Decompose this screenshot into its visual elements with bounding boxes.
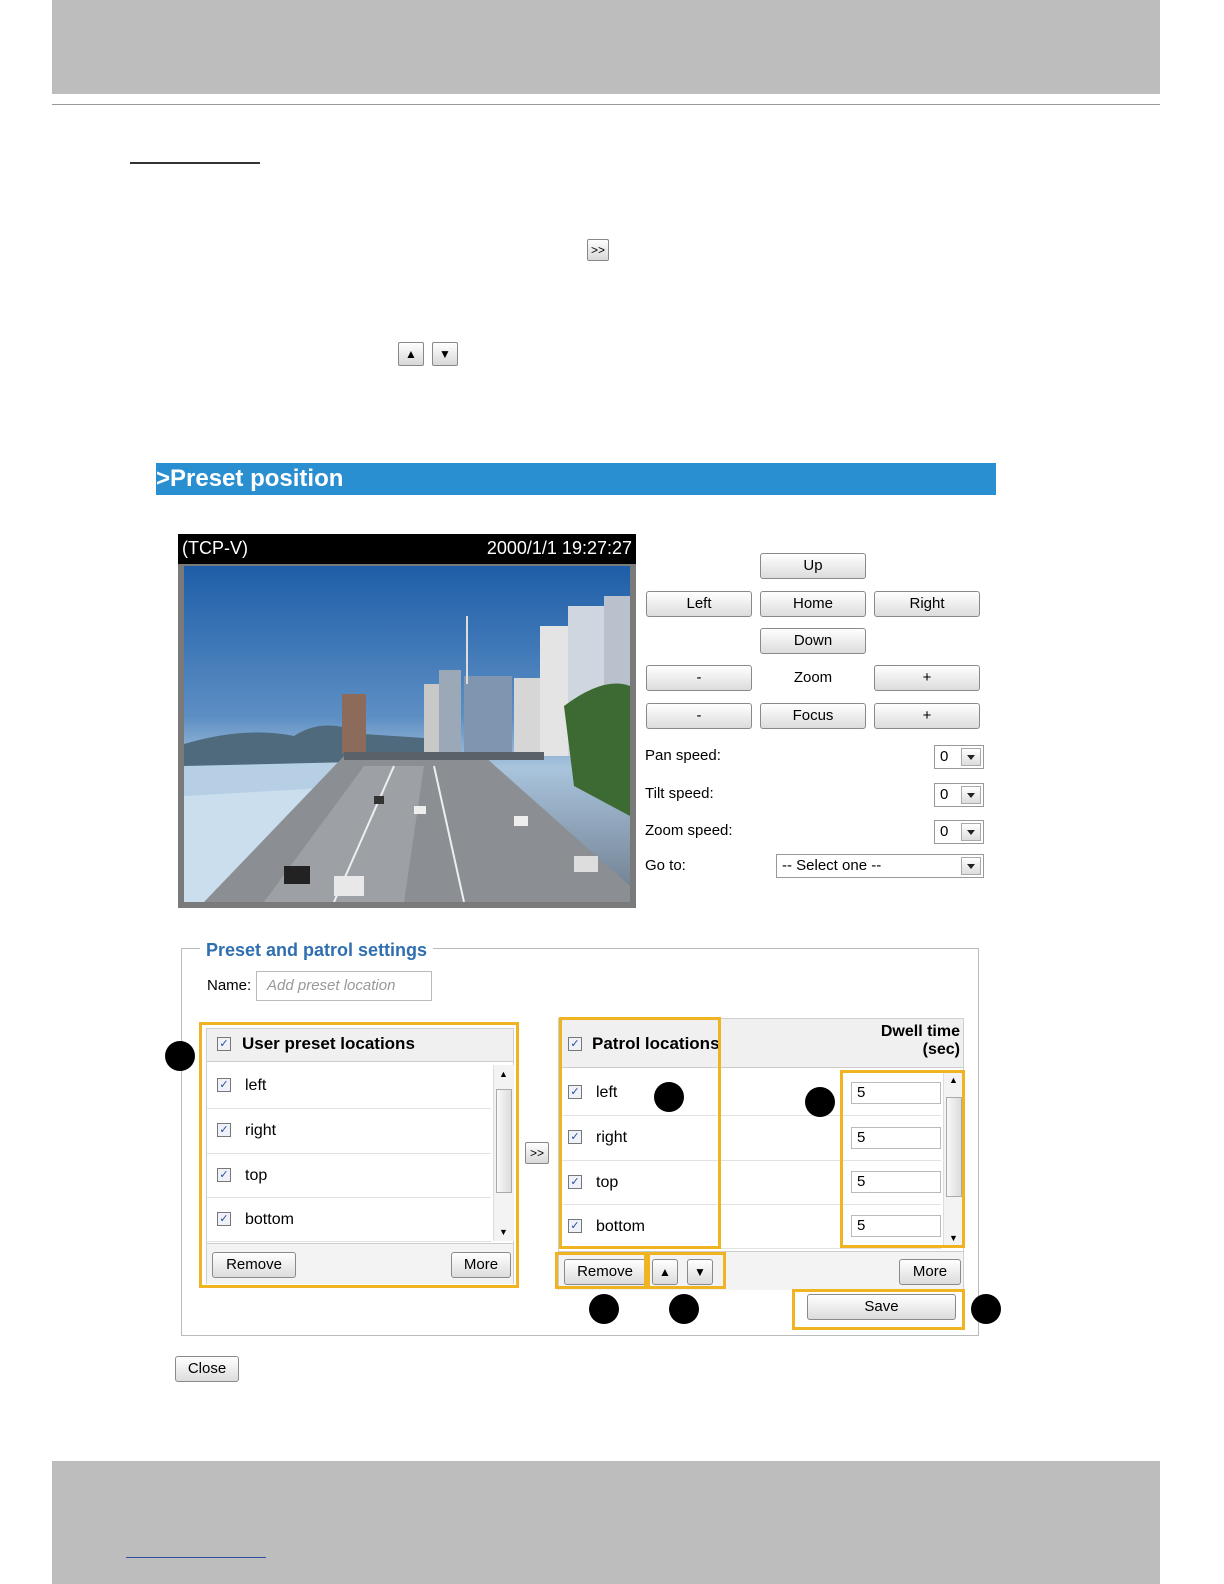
focus-near-button[interactable]: -	[646, 703, 752, 729]
video-timestamp: 2000/1/1 19:27:27	[486, 538, 632, 558]
zoom-out-button[interactable]: -	[646, 665, 752, 691]
zoom-speed-label: Zoom speed:	[645, 822, 733, 839]
chevron-down-icon	[961, 786, 981, 804]
preset-patrol-legend: Preset and patrol settings	[200, 940, 434, 961]
left-button[interactable]: Left	[646, 591, 752, 617]
goto-label: Go to:	[645, 857, 686, 874]
goto-select[interactable]: -- Select one --	[776, 854, 984, 878]
dwell-header-line-2: (sec)	[922, 1041, 960, 1058]
callout-marker	[669, 1294, 699, 1324]
move-up-icon: ▲	[398, 342, 424, 366]
callout-marker	[165, 1041, 195, 1071]
highlight-remove-button	[555, 1252, 647, 1289]
video-protocol: (TCP-V)	[182, 538, 248, 558]
camera-image	[184, 566, 630, 902]
callout-marker	[971, 1294, 1001, 1324]
name-label: Name:	[207, 977, 252, 994]
tilt-speed-value: 0	[940, 786, 949, 803]
heading-underline	[130, 162, 260, 164]
more-patrol-button[interactable]: More	[899, 1259, 961, 1285]
highlight-user-preset	[199, 1022, 519, 1288]
video-view: (TCP-V) 2000/1/1 19:27:27	[178, 534, 636, 908]
focus-button[interactable]: Focus	[760, 703, 866, 729]
goto-value: -- Select one --	[782, 857, 882, 874]
zoom-in-button[interactable]: +	[874, 665, 980, 691]
callout-marker	[805, 1087, 835, 1117]
home-button[interactable]: Home	[760, 591, 866, 617]
chevron-down-icon	[961, 748, 981, 766]
focus-far-button[interactable]: +	[874, 703, 980, 729]
dwell-time-header: Dwell time (sec)	[881, 1023, 960, 1059]
highlight-order-buttons	[647, 1252, 726, 1289]
add-to-patrol-button[interactable]: >>	[525, 1142, 549, 1164]
zoom-speed-value: 0	[940, 823, 949, 840]
close-button[interactable]: Close	[175, 1356, 239, 1382]
pan-speed-label: Pan speed:	[645, 747, 721, 764]
highlight-dwell-time	[840, 1070, 965, 1248]
callout-marker	[589, 1294, 619, 1324]
chevron-down-icon	[961, 823, 981, 841]
zoom-label: Zoom	[793, 669, 833, 686]
callout-marker	[654, 1082, 684, 1112]
zoom-speed-select[interactable]: 0	[934, 820, 984, 844]
chevron-down-icon	[961, 857, 981, 875]
move-down-icon: ▼	[432, 342, 458, 366]
video-caption-bar: (TCP-V) 2000/1/1 19:27:27	[178, 534, 636, 564]
page-footer-bar	[52, 1461, 1160, 1584]
page-header-bar	[52, 0, 1160, 94]
tilt-speed-select[interactable]: 0	[934, 783, 984, 807]
header-divider	[52, 104, 1160, 105]
add-to-patrol-icon: >>	[587, 239, 609, 261]
tilt-speed-label: Tilt speed:	[645, 785, 714, 802]
right-button[interactable]: Right	[874, 591, 980, 617]
footer-link-underline	[126, 1557, 266, 1558]
preset-name-input[interactable]: Add preset location	[256, 971, 432, 1001]
pan-speed-value: 0	[940, 748, 949, 765]
dwell-header-line-1: Dwell time	[880, 1023, 960, 1040]
pan-speed-select[interactable]: 0	[934, 745, 984, 769]
up-button[interactable]: Up	[760, 553, 866, 579]
highlight-save-button	[792, 1289, 965, 1330]
down-button[interactable]: Down	[760, 628, 866, 654]
highlight-patrol-list	[559, 1017, 721, 1249]
page-title: >Preset position	[156, 463, 996, 495]
